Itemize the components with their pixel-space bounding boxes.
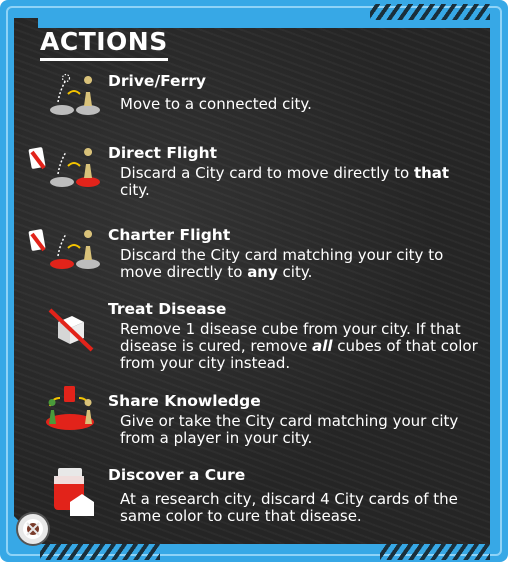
action-name: Charter Flight bbox=[108, 226, 231, 244]
card-frame: ACTIONS Drive/Ferry Move to a connected … bbox=[0, 0, 508, 562]
biohazard-logo-icon bbox=[23, 519, 43, 539]
frame-stripes-bottom-right bbox=[380, 544, 490, 560]
action-name: Treat Disease bbox=[108, 300, 227, 318]
action-description: Give or take the City card matching your… bbox=[120, 412, 459, 447]
direct-flight-icon bbox=[28, 147, 100, 187]
frame-stripes-top bbox=[370, 4, 490, 20]
action-description: At a research city, discard 4 City cards… bbox=[120, 490, 458, 525]
action-description: Discard a City card to move directly to … bbox=[120, 164, 450, 199]
charter-flight-icon bbox=[28, 229, 100, 269]
action-name: Drive/Ferry bbox=[108, 72, 206, 90]
action-name: Share Knowledge bbox=[108, 392, 261, 410]
action-description: Move to a connected city. bbox=[120, 95, 312, 113]
discover-cure-icon bbox=[54, 468, 94, 516]
action-name: Discover a Cure bbox=[108, 466, 246, 484]
action-description: Discard the City card matching your city… bbox=[120, 246, 444, 281]
action-name: Direct Flight bbox=[108, 144, 218, 162]
action-description: Remove 1 disease cube from your city. If… bbox=[120, 320, 478, 372]
share-knowledge-icon bbox=[46, 386, 94, 430]
game-logo-badge bbox=[16, 512, 50, 546]
card-title: ACTIONS bbox=[40, 28, 168, 61]
frame-stripes-bottom bbox=[40, 544, 160, 560]
treat-disease-icon bbox=[48, 308, 94, 352]
drive-ferry-icon bbox=[50, 73, 100, 115]
